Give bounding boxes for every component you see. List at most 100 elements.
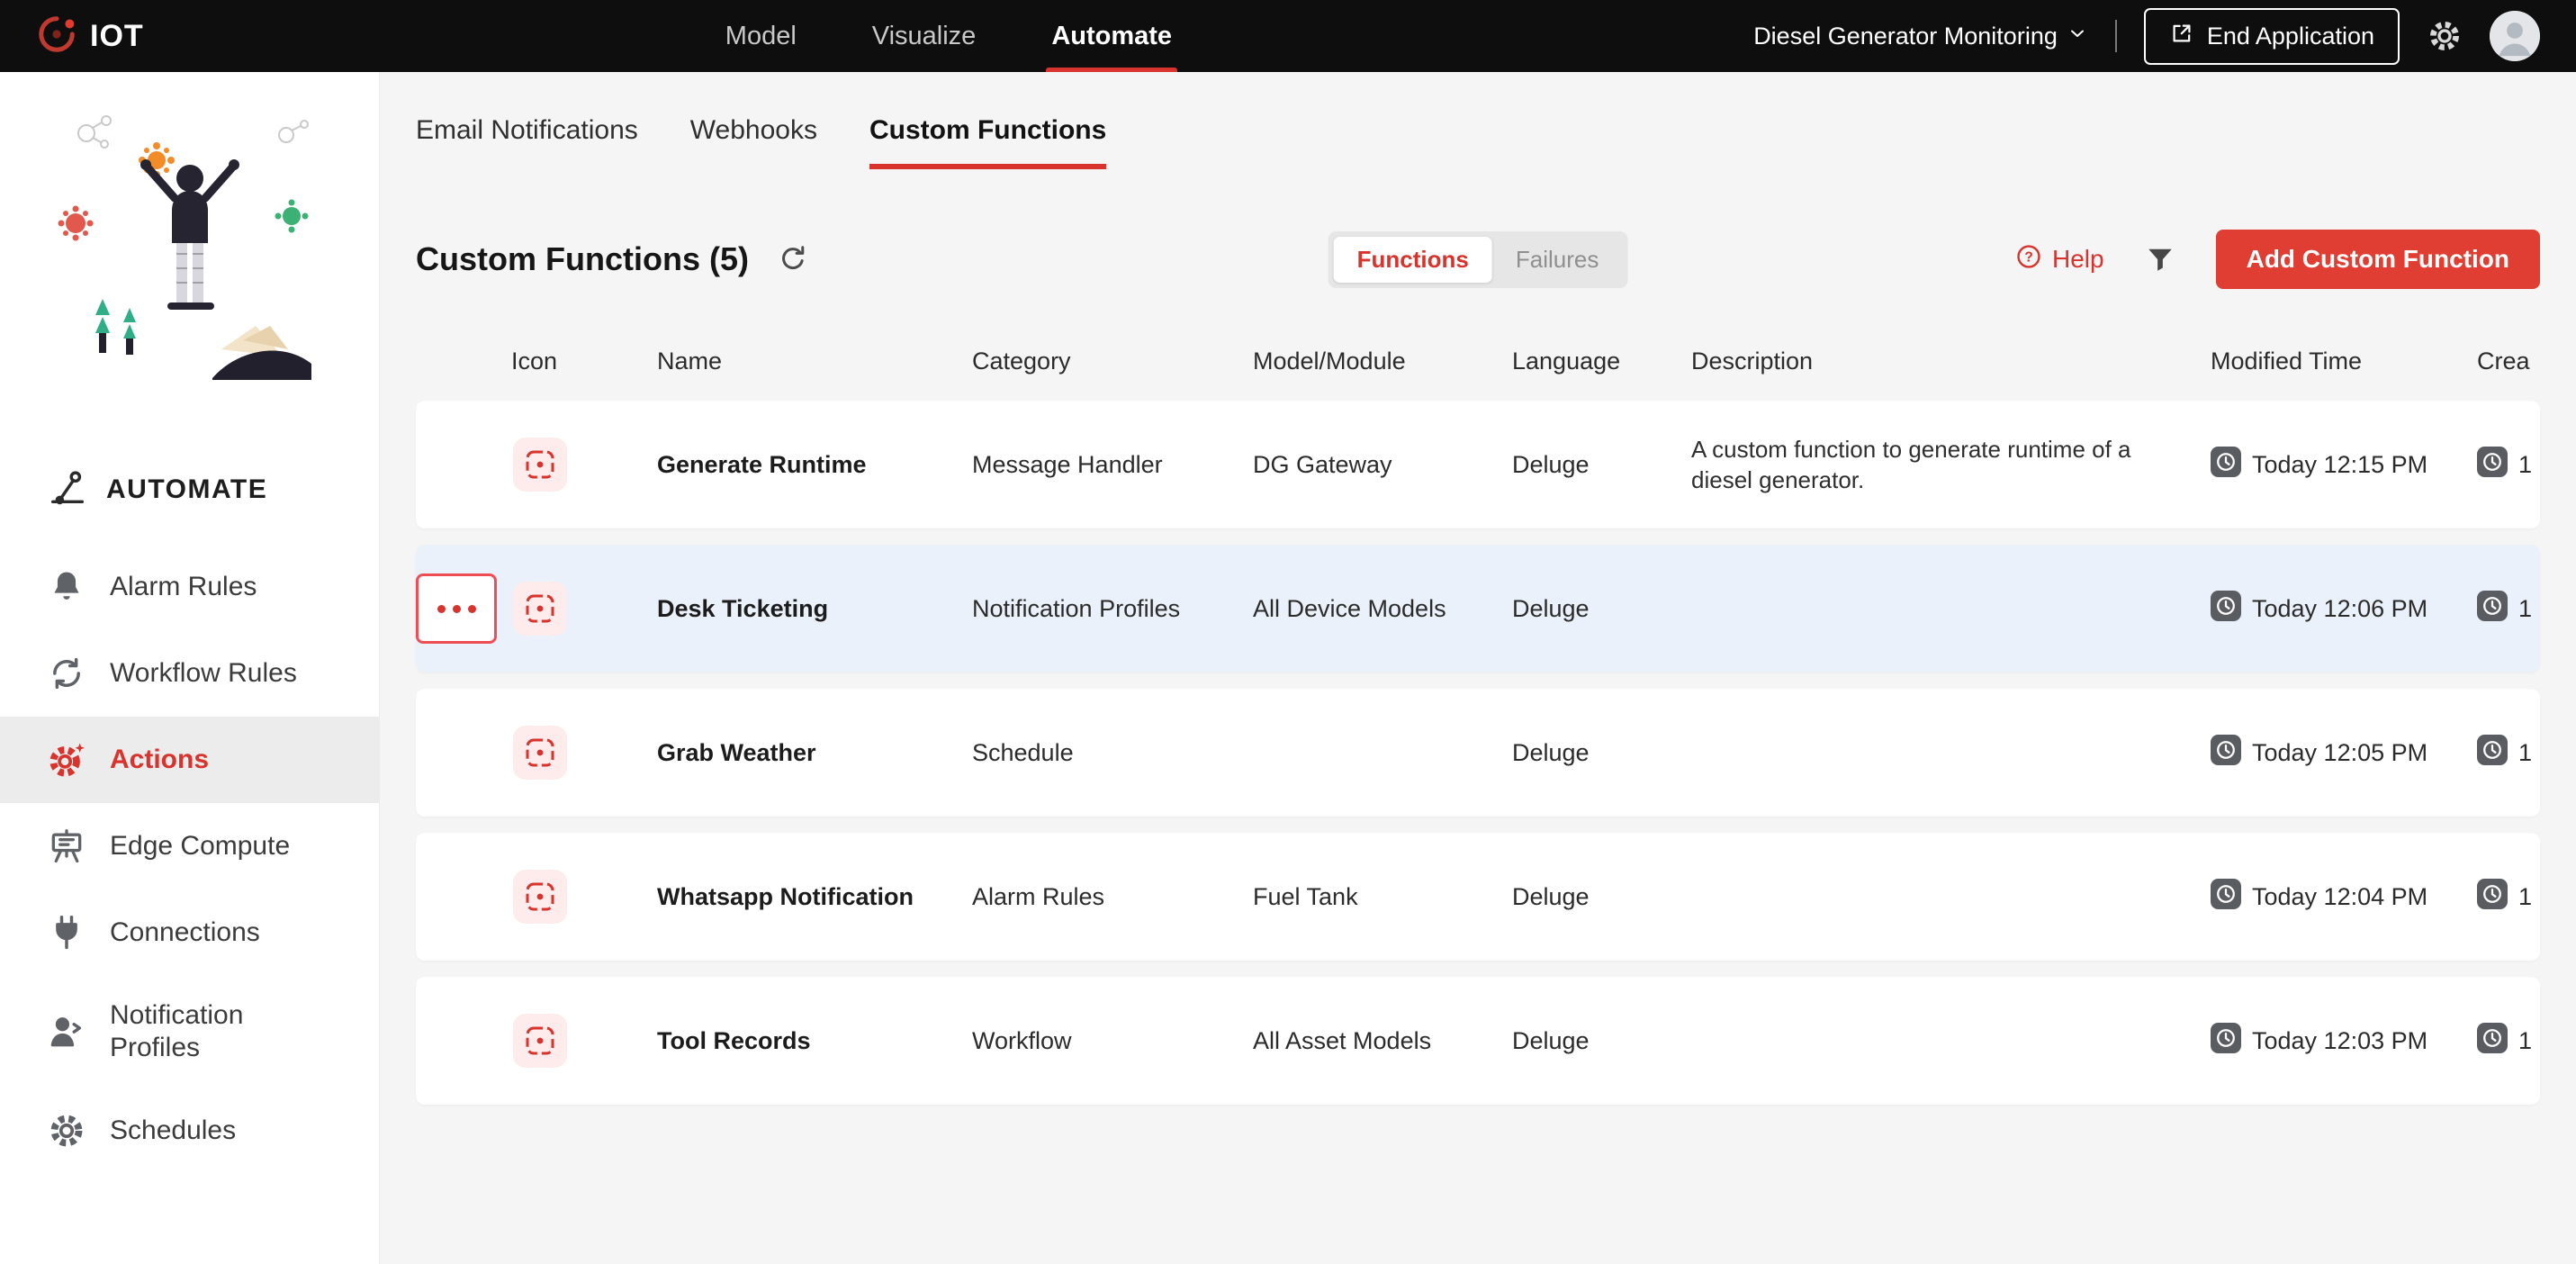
exit-app-icon — [2169, 21, 2194, 52]
toggle-failures[interactable]: Failures — [1492, 237, 1622, 283]
clock-icon — [2477, 734, 2508, 772]
app-selector-dropdown[interactable]: Diesel Generator Monitoring — [1753, 23, 2088, 50]
toggle-functions[interactable]: Functions — [1333, 236, 1492, 283]
sidebar-item-edge-compute[interactable]: Edge Compute — [0, 803, 379, 889]
sidebar-item-label: Connections — [110, 917, 260, 947]
main-content: Email Notifications Webhooks Custom Func… — [380, 72, 2576, 1264]
user-avatar[interactable] — [2490, 11, 2540, 61]
cell-modified-time: Today 12:06 PM — [2211, 590, 2477, 627]
nav-visualize[interactable]: Visualize — [872, 0, 977, 72]
cell-name: Whatsapp Notification — [657, 882, 914, 910]
cell-language: Deluge — [1512, 738, 1590, 766]
filter-funnel-icon[interactable] — [2144, 243, 2176, 275]
row-menu-slot — [416, 573, 511, 644]
sidebar-item-label: Workflow Rules — [110, 658, 297, 688]
add-custom-function-button[interactable]: Add Custom Function — [2215, 230, 2540, 289]
refresh-icon[interactable] — [776, 242, 810, 276]
cell-name: Generate Runtime — [657, 450, 867, 478]
modified-time-text: Today 12:15 PM — [2252, 450, 2428, 478]
cell-category: Workflow — [972, 1026, 1072, 1054]
created-time-text: 1 — [2518, 738, 2533, 766]
cell-modified-time: Today 12:05 PM — [2211, 734, 2477, 772]
column-modified-time: Modified Time — [2211, 348, 2363, 375]
sidebar-item-schedules[interactable]: Schedules — [0, 1088, 379, 1174]
end-application-label: End Application — [2206, 22, 2374, 50]
dot — [452, 604, 461, 613]
functions-failures-toggle: Functions Failures — [1328, 230, 1628, 288]
sidebar-item-connections[interactable]: Connections — [0, 889, 379, 976]
column-icon: Icon — [511, 348, 558, 375]
cell-modified-time: Today 12:03 PM — [2211, 1022, 2477, 1060]
sidebar-illustration — [0, 108, 379, 405]
cell-modified-time: Today 12:04 PM — [2211, 878, 2477, 916]
tab-webhooks[interactable]: Webhooks — [690, 115, 817, 169]
clock-icon — [2477, 590, 2508, 627]
iot-logo-icon — [36, 14, 77, 59]
plug-icon — [47, 913, 86, 953]
sidebar-item-label: Alarm Rules — [110, 572, 257, 601]
page-title: Custom Functions (5) — [416, 240, 749, 277]
row-actions-menu-button[interactable] — [416, 573, 497, 644]
tab-custom-functions[interactable]: Custom Functions — [869, 115, 1107, 169]
cell-language: Deluge — [1512, 450, 1590, 478]
dot — [467, 604, 476, 613]
sidebar-item-workflow-rules[interactable]: Workflow Rules — [0, 630, 379, 717]
clock-icon — [2211, 446, 2241, 483]
person-broadcast-icon — [47, 1012, 86, 1052]
cell-created-time: 1 — [2477, 734, 2540, 772]
workflow-icon — [47, 654, 86, 693]
sidebar-item-alarm-rules[interactable]: Alarm Rules — [0, 544, 379, 630]
cell-language: Deluge — [1512, 1026, 1590, 1054]
tab-email-notifications[interactable]: Email Notifications — [416, 115, 638, 169]
cell-category: Message Handler — [972, 450, 1163, 478]
sidebar-section-automate: AUTOMATE — [0, 461, 379, 519]
svg-text:?: ? — [2024, 249, 2032, 265]
clock-icon — [2477, 878, 2508, 916]
modified-time-text: Today 12:05 PM — [2252, 738, 2428, 766]
sidebar-item-actions[interactable]: Actions — [0, 717, 379, 803]
column-category: Category — [972, 348, 1071, 375]
help-link[interactable]: ? Help — [2014, 242, 2104, 277]
clock-icon — [2477, 1022, 2508, 1060]
nav-automate[interactable]: Automate — [1046, 0, 1177, 72]
settings-gear-icon[interactable] — [2427, 18, 2463, 54]
function-icon — [511, 724, 657, 781]
modified-time-text: Today 12:06 PM — [2252, 594, 2428, 622]
end-application-button[interactable]: End Application — [2143, 7, 2400, 65]
chevron-down-icon — [2067, 23, 2088, 50]
clock-icon — [2477, 446, 2508, 483]
table-row[interactable]: Grab Weather Schedule Deluge Today 12:05… — [416, 689, 2540, 817]
clock-icon — [2211, 1022, 2241, 1060]
cell-category: Alarm Rules — [972, 882, 1105, 910]
column-language: Language — [1512, 348, 1621, 375]
cell-name: Grab Weather — [657, 738, 816, 766]
column-description: Description — [1691, 348, 1814, 375]
sidebar-item-label: Actions — [110, 745, 210, 774]
iot-logo[interactable]: IOT — [36, 14, 144, 59]
easel-icon — [47, 826, 86, 866]
cell-created-time: 1 — [2477, 878, 2540, 916]
cell-description: A custom function to generate runtime of… — [1691, 436, 2131, 493]
sidebar: AUTOMATE Alarm Rules Workflow Rules Acti… — [0, 72, 380, 1264]
column-model-module: Model/Module — [1253, 348, 1406, 375]
cell-created-time: 1 — [2477, 446, 2540, 483]
cell-model: All Asset Models — [1253, 1026, 1432, 1054]
help-question-icon: ? — [2014, 242, 2043, 277]
table-row[interactable]: Whatsapp Notification Alarm Rules Fuel T… — [416, 833, 2540, 961]
dot — [437, 604, 446, 613]
cell-category: Schedule — [972, 738, 1074, 766]
column-name: Name — [657, 348, 723, 375]
topbar-divider — [2114, 20, 2117, 52]
table-row[interactable]: Tool Records Workflow All Asset Models D… — [416, 977, 2540, 1105]
created-time-text: 1 — [2518, 1026, 2533, 1054]
table-row[interactable]: Generate Runtime Message Handler DG Gate… — [416, 401, 2540, 528]
nav-model[interactable]: Model — [725, 0, 797, 72]
title-actions: ? Help Add Custom Function — [2014, 230, 2540, 289]
modified-time-text: Today 12:04 PM — [2252, 882, 2428, 910]
help-label: Help — [2052, 245, 2104, 273]
app-selector-label: Diesel Generator Monitoring — [1753, 22, 2058, 50]
custom-functions-table: Icon Name Category Model/Module Language… — [416, 348, 2540, 1105]
table-row-selected[interactable]: Desk Ticketing Notification Profiles All… — [416, 545, 2540, 673]
cell-created-time: 1 — [2477, 590, 2540, 627]
sidebar-item-notification-profiles[interactable]: Notification Profiles — [0, 976, 379, 1088]
